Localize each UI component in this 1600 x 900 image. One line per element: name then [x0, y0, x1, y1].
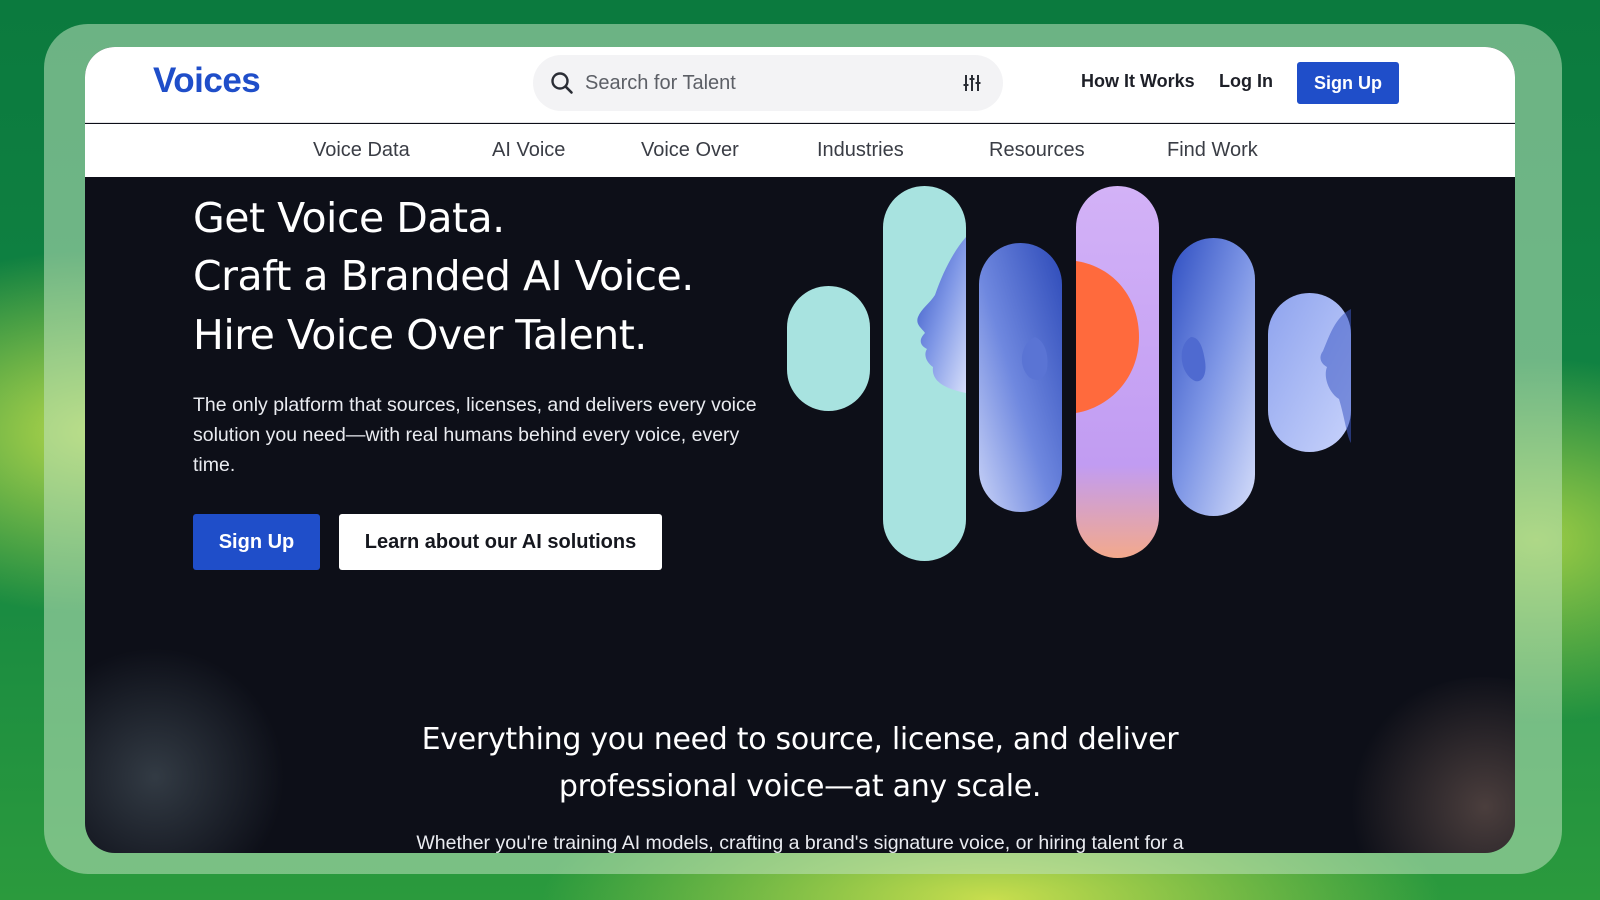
pill-portrait-2 — [979, 243, 1062, 512]
pill-teal-small — [787, 286, 870, 411]
hero-description: The only platform that sources, licenses… — [193, 394, 757, 476]
hero-headline-2: Craft a Branded AI Voice. — [193, 252, 694, 300]
section-heading-line-2: professional voice—at any scale. — [558, 769, 1042, 804]
pill-portrait-4 — [1172, 238, 1255, 516]
section-heading-line-1: Everything you need to source, license, … — [421, 722, 1179, 757]
hero-sign-up-button[interactable]: Sign Up — [193, 514, 320, 570]
section-subtitle: Whether you're training AI models, craft… — [416, 832, 1184, 853]
hero-headline-1: Get Voice Data. — [193, 194, 505, 242]
section-heading: Everything you need to source, license, … — [300, 716, 1300, 810]
learn-ai-solutions-button[interactable]: Learn about our AI solutions — [339, 514, 662, 570]
browser-viewport: Voices How It Works Log In Sign Up Voice… — [85, 47, 1515, 853]
hero-headline-3: Hire Voice Over Talent. — [193, 311, 647, 359]
